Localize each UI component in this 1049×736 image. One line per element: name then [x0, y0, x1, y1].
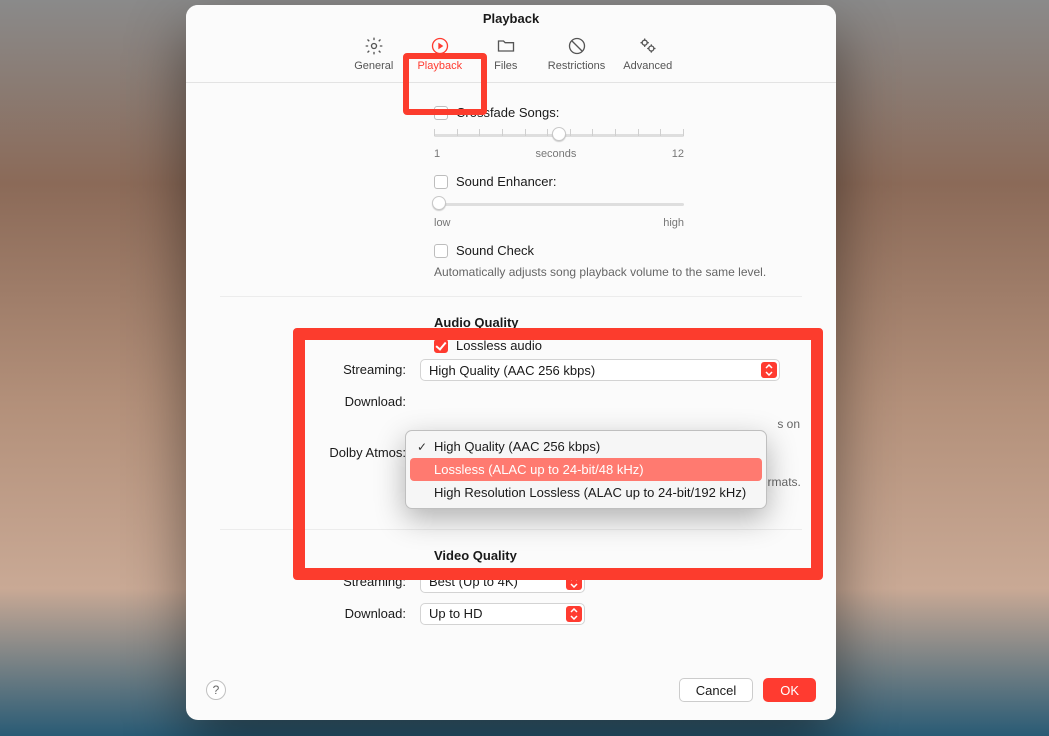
- window-title: Playback: [186, 5, 836, 28]
- audio-download-dropdown: High Quality (AAC 256 kbps) Lossless (AL…: [405, 430, 767, 509]
- preferences-window: Playback General Playback: [186, 5, 836, 720]
- audio-note-suffix: s on: [777, 417, 800, 431]
- help-icon-label: ?: [213, 683, 220, 697]
- soundcheck-checkbox[interactable]: [434, 244, 448, 258]
- tab-playback[interactable]: Playback: [414, 32, 466, 74]
- chevron-updown-icon: [569, 608, 579, 620]
- video-download-value: Up to HD: [429, 606, 482, 621]
- gear-icon: [364, 36, 384, 56]
- video-download-select[interactable]: Up to HD: [420, 603, 585, 625]
- dropdown-option-label: Lossless (ALAC up to 24-bit/48 kHz): [434, 462, 644, 477]
- ok-button[interactable]: OK: [763, 678, 816, 702]
- chevron-updown-icon: [764, 364, 774, 376]
- lossless-audio-checkbox[interactable]: [434, 339, 448, 353]
- crossfade-max: 12: [672, 148, 684, 160]
- soundcheck-desc: Automatically adjusts song playback volu…: [434, 264, 802, 280]
- enhancer-slider[interactable]: low high: [434, 195, 684, 229]
- dropdown-option-label: High Quality (AAC 256 kbps): [434, 439, 600, 454]
- gears-icon: [638, 36, 658, 56]
- crossfade-unit: seconds: [535, 148, 576, 160]
- soundcheck-label: Sound Check: [456, 243, 534, 258]
- video-quality-heading: Video Quality: [434, 548, 802, 563]
- crossfade-label: Crossfade Songs:: [456, 105, 559, 120]
- audio-streaming-value: High Quality (AAC 256 kbps): [429, 363, 595, 378]
- tab-restrictions[interactable]: Restrictions: [546, 32, 607, 74]
- tab-files[interactable]: Files: [480, 32, 532, 74]
- audio-quality-heading: Audio Quality: [434, 315, 802, 330]
- crossfade-checkbox[interactable]: [434, 106, 448, 120]
- tab-files-label: Files: [494, 60, 517, 72]
- dialog-footer: ? Cancel OK: [186, 664, 836, 720]
- dropdown-option-lossless[interactable]: Lossless (ALAC up to 24-bit/48 kHz): [410, 458, 762, 481]
- cancel-button-label: Cancel: [696, 683, 736, 698]
- lossless-audio-label: Lossless audio: [456, 338, 542, 353]
- preferences-content: Crossfade Songs: 1 seconds 12 Sound Enha…: [186, 83, 836, 664]
- tab-general[interactable]: General: [348, 32, 400, 74]
- enhancer-high: high: [663, 217, 684, 229]
- enhancer-checkbox[interactable]: [434, 175, 448, 189]
- dolby-atmos-label: Dolby Atmos:: [220, 442, 420, 460]
- ok-button-label: OK: [780, 683, 799, 698]
- tab-restrictions-label: Restrictions: [548, 60, 605, 72]
- enhancer-low: low: [434, 217, 451, 229]
- chevron-updown-icon: [569, 576, 579, 588]
- audio-download-label: Download:: [220, 391, 420, 409]
- tab-advanced[interactable]: Advanced: [621, 32, 674, 74]
- folder-icon: [496, 36, 516, 56]
- help-button[interactable]: ?: [206, 680, 226, 700]
- tab-playback-label: Playback: [417, 60, 462, 72]
- dropdown-option-hires-lossless[interactable]: High Resolution Lossless (ALAC up to 24-…: [410, 481, 762, 504]
- no-entry-icon: [567, 36, 587, 56]
- preferences-toolbar: General Playback Files: [186, 28, 836, 83]
- cancel-button[interactable]: Cancel: [679, 678, 753, 702]
- video-streaming-select[interactable]: Best (Up to 4K): [420, 571, 585, 593]
- video-streaming-label: Streaming:: [220, 571, 420, 589]
- video-streaming-value: Best (Up to 4K): [429, 574, 518, 589]
- tab-advanced-label: Advanced: [623, 60, 672, 72]
- audio-streaming-select[interactable]: High Quality (AAC 256 kbps): [420, 359, 780, 381]
- audio-streaming-label: Streaming:: [220, 359, 420, 377]
- crossfade-slider[interactable]: 1 seconds 12: [434, 126, 684, 160]
- dropdown-option-label: High Resolution Lossless (ALAC up to 24-…: [434, 485, 746, 500]
- video-download-label: Download:: [220, 603, 420, 621]
- enhancer-label: Sound Enhancer:: [456, 174, 556, 189]
- tab-general-label: General: [354, 60, 393, 72]
- crossfade-min: 1: [434, 148, 440, 160]
- dropdown-option-high-quality[interactable]: High Quality (AAC 256 kbps): [410, 435, 762, 458]
- play-circle-icon: [430, 36, 450, 56]
